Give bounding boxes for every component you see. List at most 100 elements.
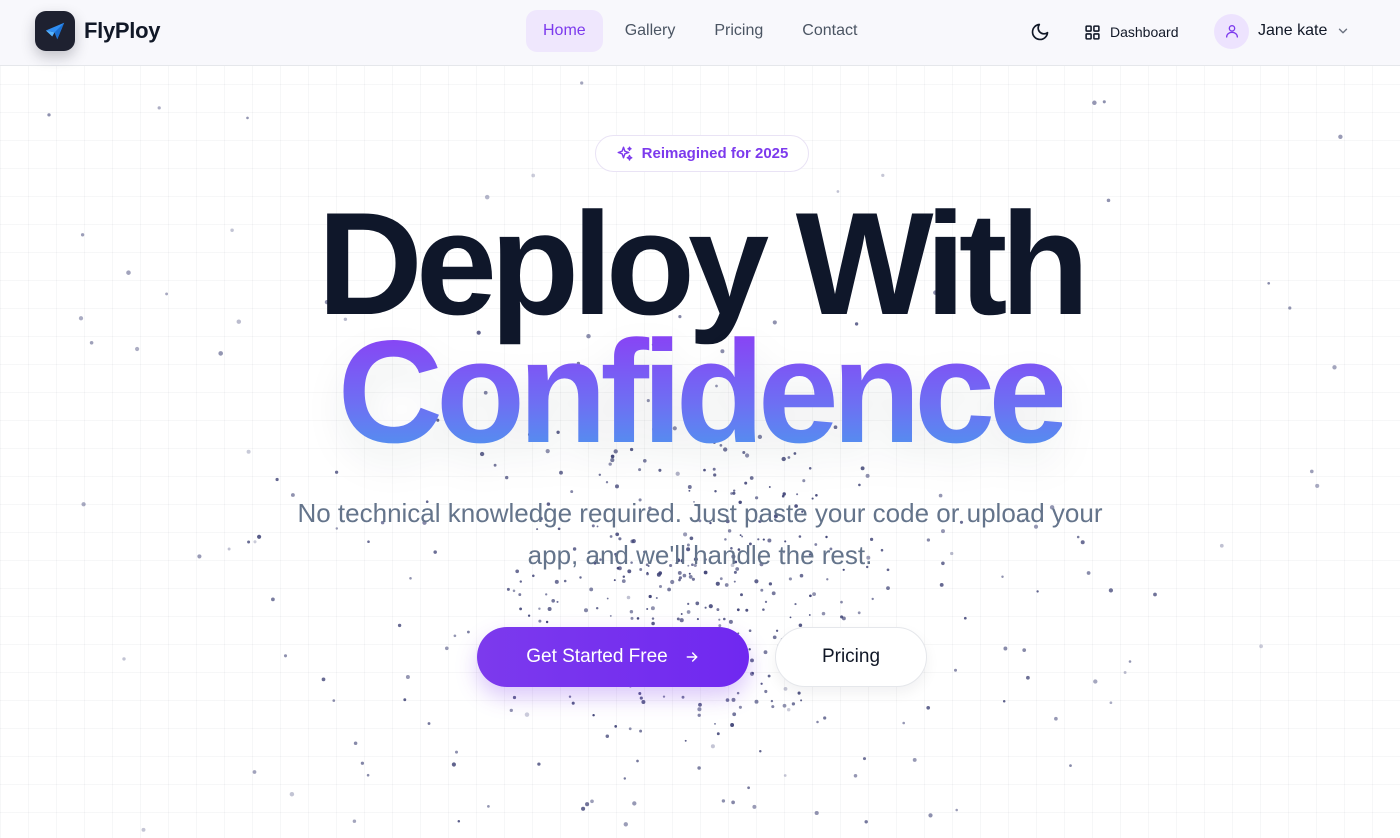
- particle-dot: [509, 708, 513, 713]
- particle-dot: [871, 597, 874, 601]
- particle-dot: [595, 606, 599, 610]
- brand-logo-link[interactable]: FlyPloy: [35, 11, 160, 51]
- nav-pricing[interactable]: Pricing: [697, 10, 780, 52]
- particle-dot: [802, 479, 806, 483]
- particle-dot: [47, 113, 51, 117]
- particle-dot: [629, 609, 634, 614]
- particle-dot: [782, 703, 787, 708]
- particle-dot: [733, 580, 736, 583]
- particle-dot: [710, 744, 715, 749]
- particle-dot: [684, 739, 687, 742]
- particle-dot: [714, 722, 716, 725]
- particle-dot: [862, 757, 867, 761]
- particle-dot: [527, 614, 531, 617]
- particle-dot: [764, 689, 768, 694]
- particle-dot: [1036, 590, 1039, 593]
- particle-dot: [609, 614, 612, 617]
- particle-dot: [632, 801, 637, 806]
- grid-icon: [1084, 24, 1101, 41]
- particle-dot: [538, 607, 541, 610]
- particle-dot: [794, 603, 797, 606]
- particle-dot: [246, 116, 249, 120]
- dashboard-link[interactable]: Dashboard: [1084, 18, 1179, 46]
- particle-dot: [197, 554, 202, 559]
- particle-dot: [724, 583, 729, 587]
- particle-dot: [252, 770, 257, 774]
- particle-dot: [864, 820, 868, 824]
- particle-dot: [623, 822, 628, 827]
- particle-dot: [227, 547, 231, 551]
- particle-dot: [321, 677, 326, 682]
- particle-dot: [630, 616, 634, 620]
- particle-dot: [81, 502, 86, 507]
- particle-dot: [646, 608, 649, 610]
- pricing-button[interactable]: Pricing: [775, 627, 927, 687]
- particle-dot: [731, 800, 735, 805]
- particle-dot: [823, 716, 827, 720]
- particle-dot: [772, 635, 777, 640]
- particle-dot: [667, 587, 671, 592]
- particle-dot: [590, 799, 594, 804]
- particle-dot: [858, 483, 861, 487]
- particle-dot: [1022, 648, 1027, 652]
- particle-dot: [651, 617, 655, 620]
- nav-contact[interactable]: Contact: [785, 10, 874, 52]
- particle-dot: [545, 620, 549, 624]
- particle-dot: [731, 697, 736, 702]
- particle-dot: [697, 766, 701, 770]
- pricing-button-label: Pricing: [821, 646, 881, 667]
- particle-dot: [762, 608, 765, 611]
- particle-dot: [1219, 543, 1224, 548]
- get-started-button[interactable]: Get Started Free: [477, 627, 749, 687]
- user-menu[interactable]: Jane kate: [1214, 13, 1350, 49]
- particle-dot: [928, 813, 933, 818]
- particle-dot: [744, 481, 748, 485]
- particle-dot: [902, 721, 906, 725]
- particle-dot: [409, 577, 412, 580]
- particle-dot: [704, 606, 707, 609]
- particle-dot: [563, 579, 567, 583]
- nav-home[interactable]: Home: [526, 10, 603, 52]
- particle-dot: [658, 584, 663, 589]
- particle-dot: [1109, 701, 1113, 705]
- particle-dot: [754, 579, 759, 584]
- particle-dot: [716, 732, 720, 736]
- particle-dot: [1309, 469, 1314, 474]
- particle-dot: [554, 579, 559, 584]
- particle-dot: [556, 600, 559, 603]
- particle-dot: [157, 106, 161, 110]
- chevron-down-icon: [1336, 24, 1350, 38]
- particle-dot: [912, 757, 917, 762]
- main-nav: Home Gallery Pricing Contact: [526, 10, 879, 52]
- particle-dot: [605, 734, 610, 738]
- particle-dot: [360, 761, 365, 765]
- particle-dot: [141, 827, 146, 832]
- particle-dot: [639, 729, 643, 733]
- particle-dot: [748, 648, 751, 651]
- hero-subtext: No technical knowledge required. Just pa…: [297, 498, 1103, 570]
- particle-dot: [783, 687, 788, 691]
- particle-dot: [728, 619, 733, 624]
- particle-dot: [747, 786, 750, 790]
- particle-dot: [771, 705, 775, 709]
- particle-dot: [257, 534, 262, 539]
- particle-dot: [614, 725, 618, 728]
- particle-dot: [719, 577, 723, 581]
- particle-dot: [768, 582, 773, 586]
- particle-dot: [797, 691, 801, 695]
- particle-dot: [1026, 675, 1030, 680]
- particle-dot: [679, 618, 684, 623]
- nav-gallery[interactable]: Gallery: [608, 10, 693, 52]
- particle-dot: [606, 597, 609, 600]
- particle-dot: [1003, 646, 1008, 651]
- particle-dot: [886, 586, 890, 590]
- particle-dot: [723, 617, 726, 621]
- particle-dot: [853, 774, 858, 778]
- particle-dot: [568, 695, 572, 698]
- particle-dot: [763, 650, 768, 655]
- particle-dot: [589, 587, 594, 592]
- theme-toggle-button[interactable]: [1026, 18, 1054, 46]
- particle-dot: [605, 481, 609, 484]
- particle-dot: [708, 604, 713, 609]
- particle-dot: [662, 695, 666, 698]
